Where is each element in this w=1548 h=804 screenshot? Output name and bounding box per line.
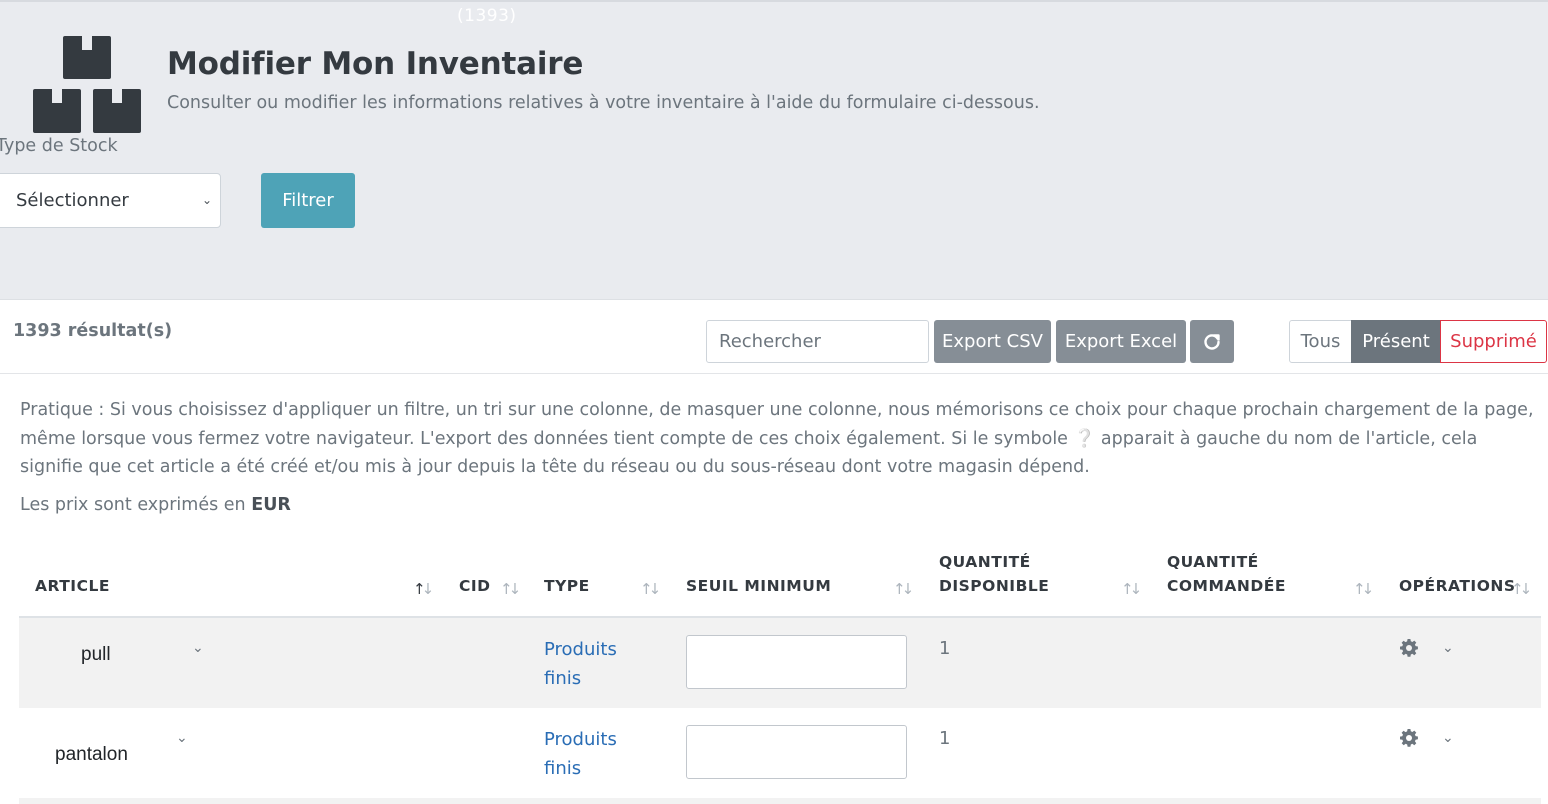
- filter-present-button[interactable]: Présent: [1351, 320, 1441, 363]
- sort-type-icon[interactable]: ↑↓: [640, 580, 661, 598]
- seuil-minimum-input[interactable]: [686, 725, 907, 779]
- chevron-down-icon[interactable]: ⌄: [1442, 730, 1454, 746]
- sort-qty-ordered-icon[interactable]: ↑↓: [1353, 580, 1374, 598]
- refresh-icon: [1204, 333, 1220, 350]
- refresh-button[interactable]: [1190, 320, 1234, 363]
- filter-deleted-button[interactable]: Supprimé: [1440, 320, 1547, 363]
- filter-button[interactable]: Filtrer: [261, 173, 355, 228]
- article-name[interactable]: pull: [81, 644, 111, 666]
- col-qty-available-line1: QUANTITÉ: [939, 553, 1031, 571]
- filter-all-button[interactable]: Tous: [1289, 320, 1352, 363]
- inventory-table: ARTICLE ↑↓ CID ↑↓ TYPE ↑↓ SEUIL MINIMUM …: [19, 540, 1541, 798]
- table-row-partial: [19, 798, 1541, 804]
- col-qty-ordered[interactable]: QUANTITÉ COMMANDÉE: [1167, 550, 1286, 598]
- sort-cid-icon[interactable]: ↑↓: [500, 580, 521, 598]
- col-operations[interactable]: OPÉRATIONS: [1399, 574, 1516, 598]
- info-text: Pratique : Si vous choisissez d'applique…: [20, 396, 1540, 482]
- price-currency-line: Les prix sont exprimés en EUR: [20, 495, 291, 515]
- type-link[interactable]: Produits finis: [544, 635, 634, 693]
- seuil-minimum-input[interactable]: [686, 635, 907, 689]
- sort-qty-available-icon[interactable]: ↑↓: [1121, 580, 1142, 598]
- type-link-line1: Produits: [544, 729, 617, 750]
- gear-icon[interactable]: [1399, 638, 1419, 658]
- col-article[interactable]: ARTICLE: [35, 574, 110, 598]
- currency: EUR: [251, 495, 291, 515]
- type-link-line2: finis: [544, 668, 582, 689]
- chevron-down-icon[interactable]: ⌄: [192, 640, 204, 656]
- col-seuil[interactable]: SEUIL MINIMUM: [686, 574, 831, 598]
- network-flag-icon: ❔: [1073, 428, 1096, 449]
- table-header: ARTICLE ↑↓ CID ↑↓ TYPE ↑↓ SEUIL MINIMUM …: [19, 540, 1541, 618]
- search-input[interactable]: [706, 320, 929, 363]
- results-toolbar: 1393 résultat(s) Export CSV Export Excel…: [0, 302, 1548, 374]
- stock-type-select[interactable]: Sélectionner ⌄: [0, 173, 221, 228]
- type-link[interactable]: Produits finis: [544, 725, 634, 783]
- page-subtitle: Consulter ou modifier les informations r…: [167, 93, 1040, 113]
- chevron-down-icon[interactable]: ⌄: [176, 730, 188, 746]
- chevron-down-icon: ⌄: [201, 193, 212, 207]
- col-qty-ordered-line2: COMMANDÉE: [1167, 577, 1286, 595]
- col-cid[interactable]: CID: [459, 574, 491, 598]
- col-qty-available[interactable]: QUANTITÉ DISPONIBLE: [939, 550, 1049, 598]
- gear-icon[interactable]: [1399, 728, 1419, 748]
- stock-type-label: Type de Stock: [0, 136, 118, 156]
- header-panel: (1393) Modifier Mon Inventaire Consulter…: [0, 0, 1548, 300]
- sort-operations-icon[interactable]: ↑↓: [1511, 580, 1532, 598]
- top-count: (1393): [457, 6, 517, 26]
- sort-seuil-icon[interactable]: ↑↓: [893, 580, 914, 598]
- qty-available: 1: [939, 638, 951, 659]
- type-link-line2: finis: [544, 758, 582, 779]
- article-name[interactable]: pantalon: [55, 744, 128, 766]
- qty-available: 1: [939, 728, 951, 749]
- price-prefix: Les prix sont exprimés en: [20, 495, 246, 515]
- table-row: pull ⌄ Produits finis 1 ⌄: [19, 618, 1541, 708]
- stock-type-select-value: Sélectionner: [16, 190, 129, 211]
- export-csv-button[interactable]: Export CSV: [934, 320, 1051, 363]
- sort-article-icon[interactable]: ↑↓: [413, 580, 434, 598]
- chevron-down-icon[interactable]: ⌄: [1442, 640, 1454, 656]
- boxes-icon: [33, 36, 141, 133]
- page-title: Modifier Mon Inventaire: [167, 46, 584, 82]
- col-qty-ordered-line1: QUANTITÉ: [1167, 553, 1259, 571]
- table-row: pantalon ⌄ Produits finis 1 ⌄: [19, 708, 1541, 798]
- col-qty-available-line2: DISPONIBLE: [939, 577, 1050, 595]
- results-count: 1393 résultat(s): [13, 321, 173, 341]
- type-link-line1: Produits: [544, 639, 617, 660]
- export-excel-button[interactable]: Export Excel: [1056, 320, 1186, 363]
- col-type[interactable]: TYPE: [544, 574, 590, 598]
